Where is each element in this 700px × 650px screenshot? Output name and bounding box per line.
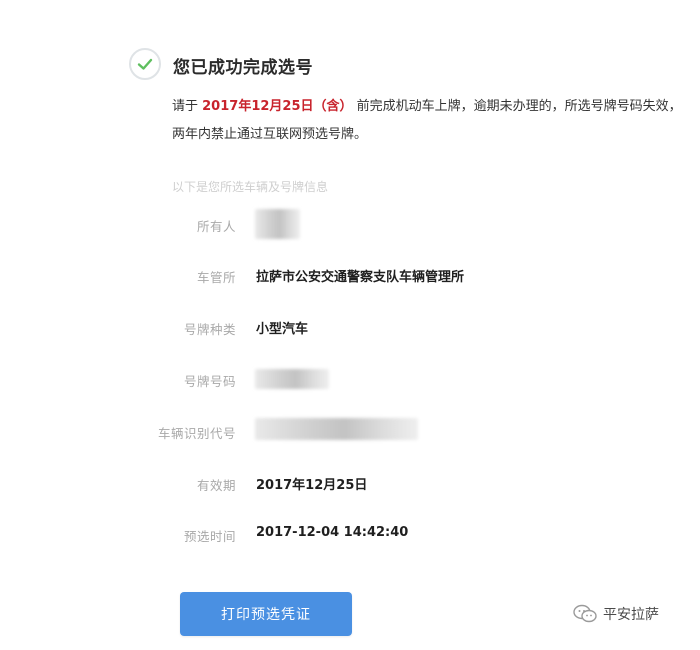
deadline-date: 2017年12月25日（含） <box>202 99 353 114</box>
page-title: 您已成功完成选号 <box>173 58 313 78</box>
section-hint: 以下是您所选车辆及号牌信息 <box>172 180 329 194</box>
deadline-notice: 请于 2017年12月25日（含） 前完成机动车上牌，逾期未办理的，所选号牌号码… <box>172 93 684 149</box>
preselect-time-value: 2017-12-04 14:42:40 <box>256 525 409 540</box>
plate-type-value: 小型汽车 <box>256 322 309 337</box>
vin-value-redacted <box>255 418 418 440</box>
plate-type-label: 号牌种类 <box>183 322 236 337</box>
watermark: 平安拉萨 <box>573 604 659 624</box>
owner-value-redacted <box>255 209 300 239</box>
wechat-icon <box>573 604 597 623</box>
owner-label: 所有人 <box>196 219 236 234</box>
plate-number-value-redacted <box>255 369 329 389</box>
check-icon <box>137 58 153 70</box>
watermark-text: 平安拉萨 <box>603 607 659 623</box>
vin-label: 车辆识别代号 <box>157 426 236 441</box>
notice-prefix: 请于 <box>172 99 203 114</box>
validity-value: 2017年12月25日 <box>256 478 368 493</box>
office-value: 拉萨市公安交通警察支队车辆管理所 <box>256 270 465 285</box>
validity-label: 有效期 <box>196 478 236 493</box>
preselect-time-label: 预选时间 <box>183 529 236 544</box>
office-label: 车管所 <box>196 270 236 285</box>
print-certificate-button[interactable]: 打印预选凭证 <box>180 592 352 636</box>
plate-number-label: 号牌号码 <box>183 374 236 389</box>
success-check-icon <box>129 48 161 80</box>
